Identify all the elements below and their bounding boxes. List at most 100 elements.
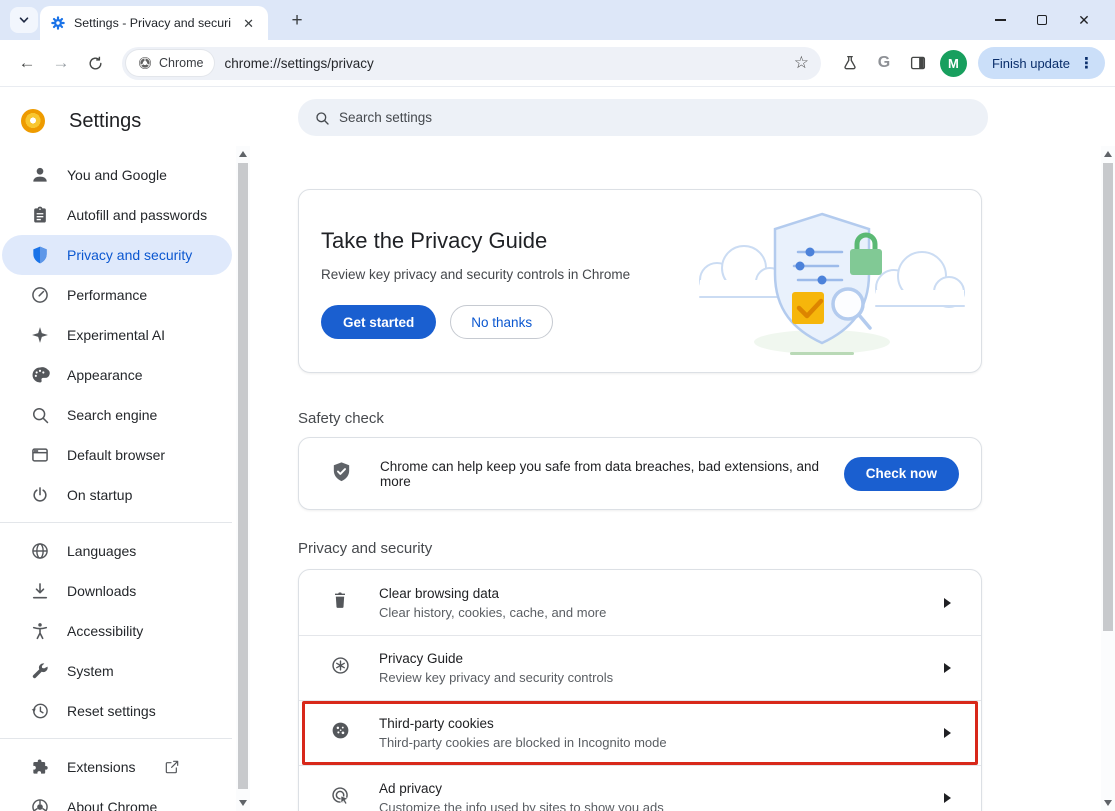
side-panel-button[interactable] [901, 46, 935, 80]
sidebar-item-label: Extensions [67, 759, 135, 775]
row-privacy-guide[interactable]: Privacy Guide Review key privacy and sec… [299, 635, 981, 700]
side-panel-icon [909, 54, 927, 72]
chevron-right-icon [944, 663, 951, 673]
chevron-right-icon [944, 793, 951, 803]
accessibility-icon [30, 621, 50, 641]
sidebar-scrollbar[interactable] [236, 146, 250, 811]
shield-icon [30, 245, 50, 265]
cookie-icon [330, 720, 352, 746]
sidebar-item-accessibility[interactable]: Accessibility [2, 611, 232, 651]
close-button[interactable]: ✕ [1063, 0, 1105, 40]
sidebar-item-label: System [67, 663, 114, 679]
minimize-icon [995, 19, 1006, 21]
address-bar[interactable]: Chrome chrome://settings/privacy ☆ [122, 47, 821, 80]
sidebar-item-label: Search engine [67, 407, 157, 423]
content-scrollbar[interactable] [1101, 146, 1115, 811]
performance-icon [30, 285, 50, 305]
sidebar-item-search-engine[interactable]: Search engine [2, 395, 232, 435]
sidebar-item-extensions[interactable]: Extensions [2, 747, 232, 787]
url-text[interactable]: chrome://settings/privacy [224, 56, 793, 71]
back-icon: ← [19, 53, 36, 73]
privacy-settings-list: Clear browsing data Clear history, cooki… [298, 569, 982, 811]
check-now-button[interactable]: Check now [844, 457, 959, 491]
row-subtitle: Customize the info used by sites to show… [379, 800, 944, 811]
avatar[interactable]: M [940, 50, 967, 77]
bookmark-star-icon[interactable]: ☆ [794, 53, 809, 73]
toolbar: ← → Chrome chrome://settings/privacy ☆ G [0, 40, 1115, 87]
power-icon [30, 485, 50, 505]
reload-button[interactable] [78, 46, 112, 80]
settings-title: Settings [69, 110, 141, 133]
sidebar-nav: You and Google Autofill and passwords Pr… [0, 155, 250, 811]
external-link-icon [164, 759, 180, 775]
search-input[interactable] [339, 110, 972, 125]
row-clear-browsing-data[interactable]: Clear browsing data Clear history, cooki… [299, 570, 981, 635]
search-icon [30, 405, 50, 425]
sidebar-item-reset-settings[interactable]: Reset settings [2, 691, 232, 731]
sparkle-icon [30, 325, 50, 345]
sidebar-item-autofill[interactable]: Autofill and passwords [2, 195, 232, 235]
forward-icon: → [53, 53, 70, 73]
sidebar-header: Settings [0, 103, 250, 139]
sidebar-scroll-thumb[interactable] [238, 163, 248, 789]
chrome-logo-icon [137, 55, 153, 71]
globe-icon [30, 541, 50, 561]
scroll-up-arrow[interactable] [239, 151, 247, 157]
sidebar-item-label: About Chrome [67, 799, 157, 811]
sidebar-item-about-chrome[interactable]: About Chrome [2, 787, 232, 811]
minimize-button[interactable] [979, 0, 1021, 40]
sidebar-item-label: On startup [67, 487, 132, 503]
sidebar-item-label: Default browser [67, 447, 165, 463]
site-chip-label: Chrome [159, 56, 203, 70]
kebab-menu-icon[interactable]: ⋮ [1079, 54, 1094, 72]
get-started-button[interactable]: Get started [321, 305, 436, 339]
scroll-down-arrow[interactable] [239, 800, 247, 806]
tab-settings[interactable]: Settings - Privacy and security ✕ [40, 6, 268, 40]
search-settings-box[interactable] [298, 99, 988, 136]
sidebar-item-appearance[interactable]: Appearance [2, 355, 232, 395]
compass-icon [330, 655, 352, 681]
sidebar-item-default-browser[interactable]: Default browser [2, 435, 232, 475]
tab-close-icon[interactable]: ✕ [239, 15, 258, 32]
sidebar-item-downloads[interactable]: Downloads [2, 571, 232, 611]
back-button[interactable]: ← [10, 46, 44, 80]
sidebar-item-label: Experimental AI [67, 327, 165, 343]
sidebar-item-label: Accessibility [67, 623, 143, 639]
maximize-button[interactable] [1021, 0, 1063, 40]
sidebar-item-you-and-google[interactable]: You and Google [2, 155, 232, 195]
palette-icon [30, 365, 50, 385]
row-third-party-cookies[interactable]: Third-party cookies Third-party cookies … [299, 700, 981, 765]
tab-strip: Settings - Privacy and security ✕ + ✕ [0, 0, 1115, 40]
sidebar-item-label: Languages [67, 543, 136, 559]
sidebar-item-on-startup[interactable]: On startup [2, 475, 232, 515]
sidebar-item-label: Autofill and passwords [67, 207, 207, 223]
finish-update-button[interactable]: Finish update ⋮ [978, 47, 1105, 79]
scroll-up-arrow[interactable] [1104, 151, 1112, 157]
labs-button[interactable] [833, 46, 867, 80]
wrench-icon [30, 661, 50, 681]
content-scroll-thumb[interactable] [1103, 163, 1113, 631]
new-tab-button[interactable]: + [284, 8, 310, 34]
sidebar-item-experimental-ai[interactable]: Experimental AI [2, 315, 232, 355]
maximize-icon [1037, 15, 1047, 25]
no-thanks-button[interactable]: No thanks [450, 305, 553, 339]
sidebar-item-languages[interactable]: Languages [2, 531, 232, 571]
puzzle-icon [30, 757, 50, 777]
chrome-logo-icon [30, 797, 50, 811]
chevron-right-icon [944, 728, 951, 738]
row-subtitle: Clear history, cookies, cache, and more [379, 605, 944, 620]
sidebar-item-performance[interactable]: Performance [2, 275, 232, 315]
row-title: Third-party cookies [379, 716, 944, 731]
beaker-icon [841, 54, 859, 72]
google-button[interactable]: G [867, 46, 901, 80]
site-chip[interactable]: Chrome [126, 50, 214, 76]
sidebar-item-privacy-and-security[interactable]: Privacy and security [2, 235, 232, 275]
window-controls: ✕ [979, 0, 1105, 40]
row-ad-privacy[interactable]: Ad privacy Customize the info used by si… [299, 765, 981, 811]
sidebar-divider [0, 522, 232, 523]
safety-check-message: Chrome can help keep you safe from data … [380, 459, 844, 489]
forward-button[interactable]: → [44, 46, 78, 80]
tab-search-button[interactable] [10, 7, 38, 33]
sidebar-item-system[interactable]: System [2, 651, 232, 691]
scroll-down-arrow[interactable] [1104, 800, 1112, 806]
